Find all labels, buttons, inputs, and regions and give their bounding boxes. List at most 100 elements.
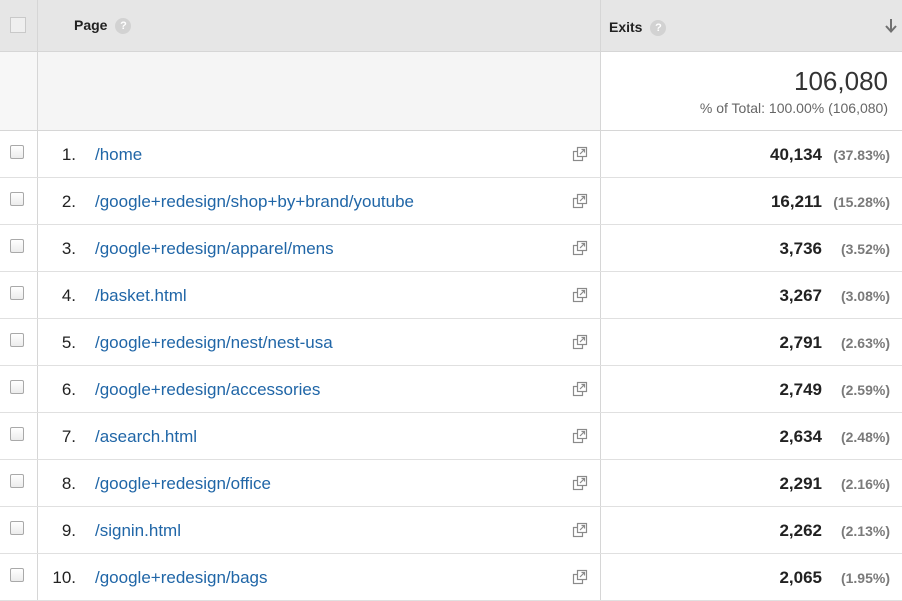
totals-exits-cell: 106,080 % of Total: 100.00% (106,080) — [601, 52, 902, 130]
table-row: 7. /asearch.html 2,634 (2.48%) — [0, 413, 902, 460]
row-check-cell — [0, 554, 38, 600]
exits-share: (1.95%) — [840, 570, 890, 586]
row-checkbox[interactable] — [10, 380, 24, 394]
row-check-cell — [0, 413, 38, 459]
page-column-header[interactable]: Page? — [74, 17, 132, 34]
page-link[interactable]: /basket.html — [95, 286, 187, 306]
row-checkbox[interactable] — [10, 192, 24, 206]
exits-share: (15.28%) — [833, 194, 890, 210]
column-divider — [600, 507, 601, 553]
external-link-icon[interactable] — [572, 522, 588, 538]
external-link-icon[interactable] — [572, 381, 588, 397]
external-link-icon[interactable] — [572, 193, 588, 209]
row-check-cell — [0, 460, 38, 506]
table-header: Page? Exits? — [0, 0, 902, 52]
help-icon[interactable]: ? — [115, 18, 132, 34]
exits-share: (2.48%) — [840, 429, 890, 445]
external-link-icon[interactable] — [572, 569, 588, 585]
external-link-icon[interactable] — [572, 475, 588, 491]
total-exits-percent: % of Total: 100.00% (106,080) — [699, 100, 888, 116]
page-link[interactable]: /google+redesign/shop+by+brand/youtube — [95, 192, 414, 212]
row-index: 4. — [61, 286, 76, 305]
page-link[interactable]: /google+redesign/bags — [95, 568, 268, 588]
exits-share: (2.16%) — [840, 476, 890, 492]
external-link-icon[interactable] — [572, 240, 588, 256]
exits-value: 2,291 — [779, 474, 822, 493]
row-index: 7. — [61, 427, 76, 446]
column-divider — [600, 460, 601, 506]
exits-share: (3.52%) — [840, 241, 890, 257]
select-all-cell — [0, 0, 38, 51]
row-check-cell — [0, 272, 38, 318]
table-row: 4. /basket.html 3,267 (3.08%) — [0, 272, 902, 319]
row-index: 3. — [61, 239, 76, 258]
external-link-icon[interactable] — [572, 146, 588, 162]
row-checkbox[interactable] — [10, 568, 24, 582]
arrow-down-icon[interactable] — [882, 16, 900, 36]
page-link[interactable]: /google+redesign/office — [95, 474, 271, 494]
exits-share: (3.08%) — [840, 288, 890, 304]
row-checkbox[interactable] — [10, 333, 24, 347]
row-checkbox[interactable] — [10, 239, 24, 253]
row-index: 8. — [61, 474, 76, 493]
page-link[interactable]: /home — [95, 145, 142, 165]
row-check-cell — [0, 319, 38, 365]
exits-value: 16,211 — [770, 192, 822, 211]
row-index: 5. — [61, 333, 76, 352]
exits-share: (2.59%) — [840, 382, 890, 398]
table-row: 2. /google+redesign/shop+by+brand/youtube… — [0, 178, 902, 225]
totals-row: 106,080 % of Total: 100.00% (106,080) — [0, 52, 902, 131]
column-divider — [600, 554, 601, 600]
row-index: 10. — [52, 568, 76, 587]
page-link[interactable]: /signin.html — [95, 521, 181, 541]
page-column-label: Page — [74, 17, 108, 33]
row-checkbox[interactable] — [10, 427, 24, 441]
totals-check-cell — [0, 52, 38, 130]
column-divider — [600, 225, 601, 271]
row-checkbox[interactable] — [10, 286, 24, 300]
exits-value: 40,134 — [770, 145, 822, 164]
select-all-checkbox[interactable] — [10, 17, 26, 33]
row-index: 6. — [61, 380, 76, 399]
exits-value: 2,634 — [779, 427, 822, 446]
totals-blank-cell — [0, 52, 600, 130]
exits-value: 2,791 — [779, 333, 822, 352]
total-exits-value: 106,080 — [794, 66, 888, 96]
exits-column-label: Exits — [609, 19, 643, 35]
exits-value: 3,736 — [779, 239, 822, 258]
page-link[interactable]: /google+redesign/accessories — [95, 380, 320, 400]
exits-share: (2.63%) — [840, 335, 890, 351]
page-link[interactable]: /google+redesign/nest/nest-usa — [95, 333, 333, 353]
page-link[interactable]: /google+redesign/apparel/mens — [95, 239, 334, 259]
row-index: 9. — [61, 521, 76, 540]
page-link[interactable]: /asearch.html — [95, 427, 197, 447]
row-check-cell — [0, 131, 38, 177]
table-row: 1. /home 40,134 (37.83%) — [0, 131, 902, 178]
column-divider — [600, 131, 601, 177]
row-checkbox[interactable] — [10, 521, 24, 535]
exits-share: (37.83%) — [833, 147, 890, 163]
table-row: 9. /signin.html 2,262 (2.13%) — [0, 507, 902, 554]
column-divider — [600, 178, 601, 224]
exits-column-header[interactable]: Exits? — [609, 19, 667, 36]
row-checkbox[interactable] — [10, 145, 24, 159]
row-checkbox[interactable] — [10, 474, 24, 488]
column-divider — [600, 366, 601, 412]
exits-report-table: Page? Exits? 106,080 % of Total: 100.00%… — [0, 0, 902, 601]
exits-value: 2,262 — [779, 521, 822, 540]
row-check-cell — [0, 507, 38, 553]
external-link-icon[interactable] — [572, 428, 588, 444]
table-row: 5. /google+redesign/nest/nest-usa 2,791 (2.… — [0, 319, 902, 366]
exits-share: (2.13%) — [840, 523, 890, 539]
external-link-icon[interactable] — [572, 287, 588, 303]
table-row: 6. /google+redesign/accessories 2,749 (2.59… — [0, 366, 902, 413]
table-row: 3. /google+redesign/apparel/mens 3,736 (3.5… — [0, 225, 902, 272]
exits-value: 2,065 — [779, 568, 822, 587]
column-divider — [600, 272, 601, 318]
row-check-cell — [0, 178, 38, 224]
column-divider — [600, 319, 601, 365]
column-divider — [600, 0, 601, 51]
table-row: 8. /google+redesign/office 2,291 (2.16%) — [0, 460, 902, 507]
external-link-icon[interactable] — [572, 334, 588, 350]
help-icon[interactable]: ? — [650, 20, 667, 36]
